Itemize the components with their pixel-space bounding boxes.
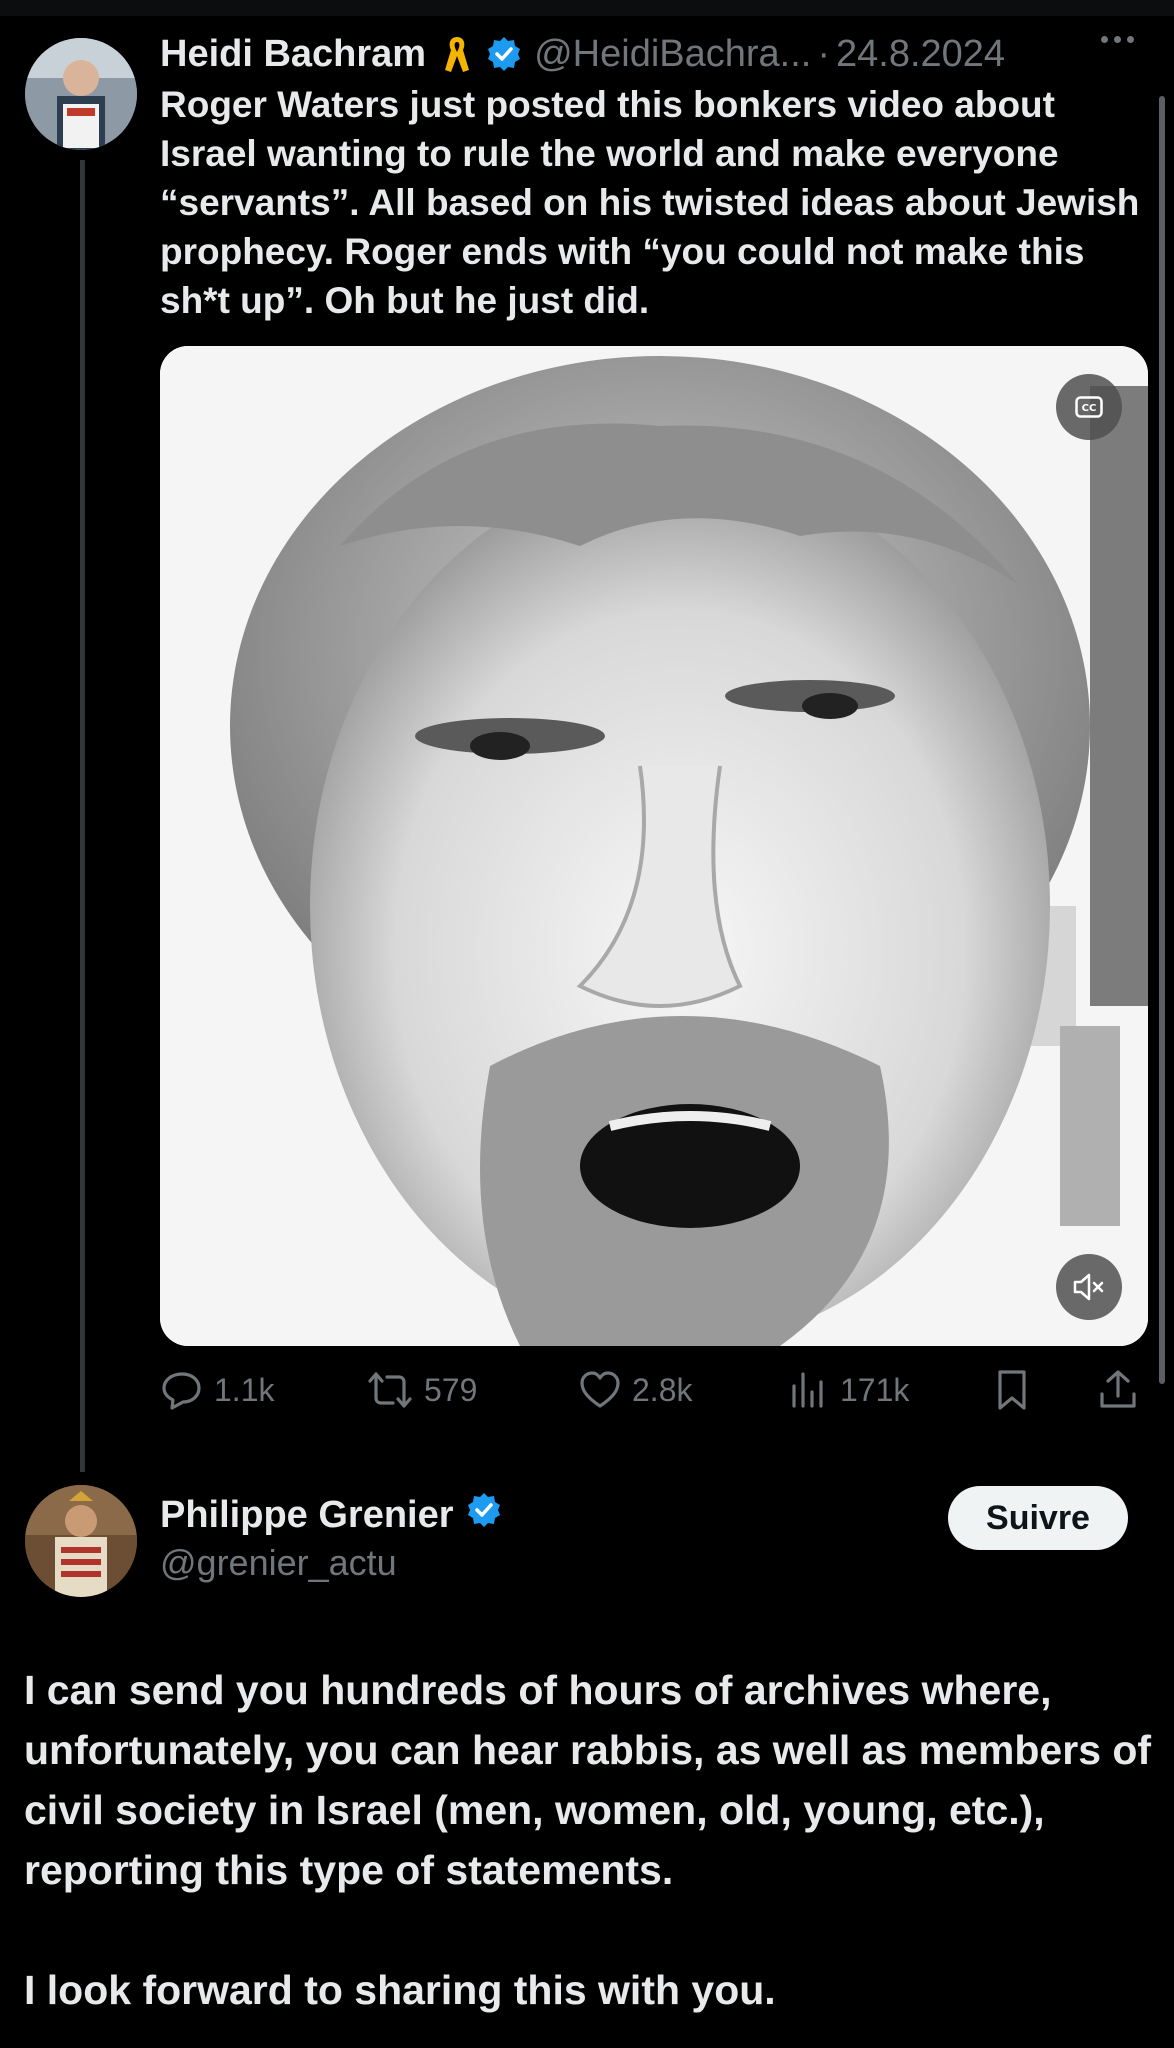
separator-dot: ·	[817, 32, 830, 75]
reply-text: I can send you hundreds of hours of arch…	[24, 1660, 1154, 2020]
closed-captions-icon: CC	[1075, 396, 1103, 418]
avatar-image	[25, 38, 137, 150]
like-count: 2.8k	[632, 1371, 693, 1408]
reply-author: Philippe Grenier	[160, 1492, 502, 1538]
more-options-icon[interactable]	[1101, 36, 1134, 43]
author-handle[interactable]: @HeidiBachra...	[534, 33, 811, 76]
closed-captions-button[interactable]: CC	[1056, 374, 1122, 440]
avatar-image	[25, 1485, 137, 1597]
views-chart-icon	[792, 1372, 823, 1408]
reply-author-handle[interactable]: @grenier_actu	[160, 1542, 397, 1584]
repost-icon	[368, 1372, 412, 1408]
bookmark-icon	[998, 1370, 1026, 1410]
thread-connector-line	[80, 160, 85, 1472]
verified-badge-icon	[486, 36, 522, 72]
tweet-date[interactable]: 24.8.2024	[836, 33, 1005, 76]
follow-button[interactable]: Suivre	[948, 1486, 1128, 1550]
avatar[interactable]	[25, 38, 137, 150]
svg-text:CC: CC	[1082, 403, 1097, 414]
video-frame	[160, 346, 1148, 1346]
reply-paragraph: I can send you hundreds of hours of arch…	[24, 1667, 1152, 1893]
repost-button[interactable]: 579	[366, 1362, 477, 1418]
bookmark-button[interactable]	[992, 1362, 1032, 1418]
verified-badge-icon	[466, 1492, 502, 1538]
mute-toggle-button[interactable]	[1056, 1254, 1122, 1320]
views-button[interactable]: 171k	[786, 1362, 909, 1418]
tweet-header: Heidi Bachram @HeidiBachra... · 24.8.202…	[160, 30, 1150, 78]
author-name[interactable]: Heidi Bachram	[160, 33, 426, 76]
yellow-ribbon-icon	[442, 34, 472, 74]
reply-author-name[interactable]: Philippe Grenier	[160, 1494, 454, 1537]
heart-icon	[580, 1371, 620, 1408]
like-button[interactable]: 2.8k	[578, 1362, 692, 1418]
reply-avatar[interactable]	[25, 1485, 137, 1597]
tweet-actions: 1.1k 579 2.8k 171k	[160, 1362, 1150, 1418]
views-count: 171k	[840, 1371, 910, 1408]
reply-button[interactable]: 1.1k	[160, 1362, 274, 1418]
tweet-text: Roger Waters just posted this bonkers vi…	[160, 84, 1140, 321]
scrollbar[interactable]	[1159, 96, 1165, 1384]
reply-icon	[162, 1372, 201, 1410]
video-player[interactable]: CC	[160, 346, 1148, 1346]
top-status-strip	[0, 0, 1174, 16]
share-icon	[1100, 1370, 1136, 1408]
reply-paragraph: I look forward to sharing this with you.	[24, 1967, 776, 2013]
reply-count: 1.1k	[214, 1371, 275, 1408]
share-button[interactable]	[1096, 1362, 1140, 1418]
speaker-muted-icon	[1073, 1273, 1104, 1301]
repost-count: 579	[424, 1371, 478, 1408]
